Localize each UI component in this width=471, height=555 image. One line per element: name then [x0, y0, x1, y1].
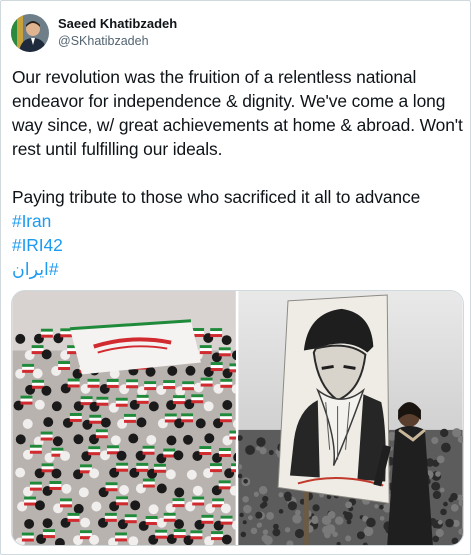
tweet-card: Saeed Khatibzadeh @SKhatibzadeh Our revo…: [0, 0, 471, 555]
media-grid: [11, 290, 464, 546]
hashtag-link[interactable]: #ایران: [12, 257, 464, 281]
tweet-text: Our revolution was the fruition of a rel…: [12, 65, 464, 281]
author-handle[interactable]: @SKhatibzadeh: [58, 34, 149, 48]
portrait-placard-photo[interactable]: [238, 291, 463, 545]
crowd-with-flags-photo[interactable]: [12, 291, 236, 545]
person-avatar-icon: [11, 14, 49, 52]
hashtag-link[interactable]: #Iran: [12, 209, 464, 233]
tweet-paragraph: Our revolution was the fruition of a rel…: [12, 67, 463, 159]
author-avatar[interactable]: [11, 14, 49, 52]
hashtag-link[interactable]: #IRI42: [12, 233, 464, 257]
tweet-paragraph: Paying tribute to those who sacrificed i…: [12, 187, 421, 207]
author-name[interactable]: Saeed Khatibzadeh: [58, 16, 177, 31]
